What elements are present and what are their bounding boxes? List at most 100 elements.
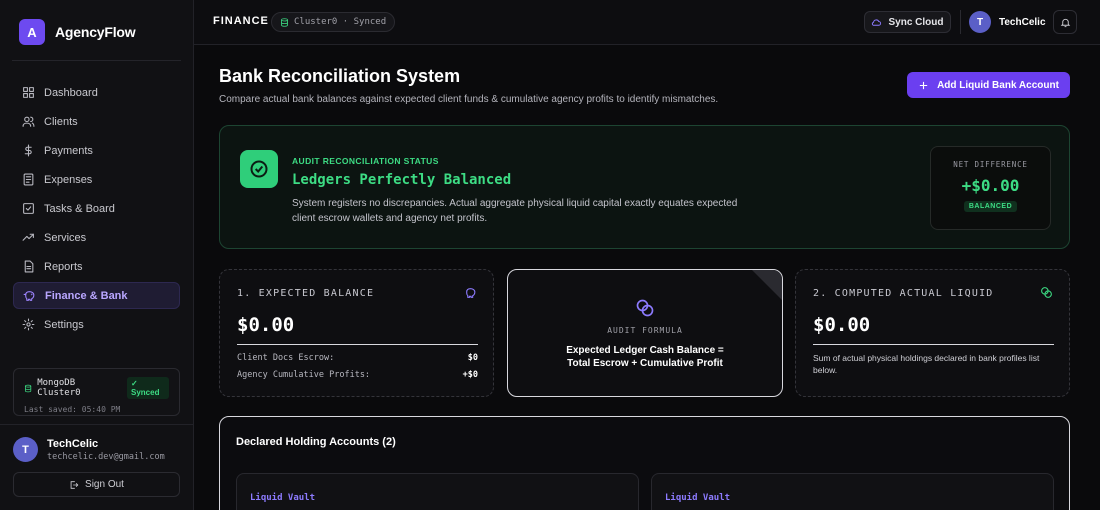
sidebar: A AgencyFlow Dashboard Clients Payments …: [0, 0, 194, 510]
card-heading: 2. COMPUTED ACTUAL LIQUID: [813, 288, 994, 299]
actual-liquid-card: 2. COMPUTED ACTUAL LIQUID $0.00 Sum of a…: [795, 269, 1070, 397]
user-email: techcelic.dev@gmail.com: [47, 451, 165, 462]
divider: [237, 344, 478, 345]
holding-label: Liquid Vault: [250, 493, 316, 503]
db-name: MongoDB Cluster0: [37, 378, 81, 398]
check-circle-icon: [240, 150, 278, 188]
add-button-label: Add Liquid Bank Account: [937, 79, 1059, 91]
avatar: T: [13, 437, 38, 462]
actual-liquid-note: Sum of actual physical holdings declared…: [813, 353, 1040, 375]
audit-status-card: AUDIT RECONCILIATION STATUS Ledgers Perf…: [219, 125, 1070, 249]
sidebar-item-label: Tasks & Board: [44, 202, 115, 215]
profits-row: Agency Cumulative Profits: +$0: [237, 370, 478, 380]
row-label: Agency Cumulative Profits:: [237, 370, 371, 380]
sidebar-item-payments[interactable]: Payments: [13, 137, 180, 164]
bell-icon: [1060, 18, 1070, 27]
avatar: T: [969, 11, 991, 33]
balanced-badge: BALANCED: [963, 201, 1018, 212]
piggy-bank-icon: [466, 288, 476, 298]
plus-icon: [919, 81, 928, 89]
row-value: $0: [467, 353, 478, 363]
net-difference-label: NET DIFFERENCE: [953, 160, 1028, 169]
topbar-user-name: TechCelic: [999, 16, 1046, 28]
sidebar-item-clients[interactable]: Clients: [13, 108, 180, 135]
user-profile[interactable]: T TechCelic techcelic.dev@gmail.com: [13, 437, 165, 462]
expected-balance-value: $0.00: [237, 314, 295, 336]
net-difference-box: NET DIFFERENCE +$0.00 BALANCED: [930, 146, 1051, 230]
coins-icon: [1041, 287, 1052, 298]
status-badge: ✓ Synced: [127, 377, 169, 399]
row-label: Client Docs Escrow:: [237, 353, 335, 363]
status-eyebrow: AUDIT RECONCILIATION STATUS: [292, 156, 439, 166]
divider: [960, 10, 961, 34]
db-status: Synced: [131, 388, 160, 397]
escrow-row: Client Docs Escrow: $0: [237, 353, 478, 363]
brand-logo: A: [19, 19, 45, 45]
holding-label: Liquid Vault: [665, 493, 731, 503]
brand-name: AgencyFlow: [55, 24, 136, 40]
brand[interactable]: A AgencyFlow: [19, 19, 136, 45]
checkbox-icon: [23, 203, 34, 214]
divider: [813, 344, 1054, 345]
db-status-card: MongoDB Cluster0 ✓ Synced Last saved: 05…: [13, 368, 180, 416]
piggy-bank-icon: [23, 291, 35, 301]
report-icon: [24, 260, 34, 273]
coins-icon: [636, 299, 654, 317]
actual-liquid-value: $0.00: [813, 314, 871, 336]
sidebar-item-services[interactable]: Services: [13, 224, 180, 251]
dashboard-icon: [23, 87, 34, 98]
holding-account-card[interactable]: Liquid Vault: [651, 473, 1054, 510]
dollar-icon: [24, 144, 32, 157]
holding-account-card[interactable]: Liquid Vault: [236, 473, 639, 510]
topbar: FINANCE Cluster0 · Synced Sync Cloud T T…: [194, 0, 1100, 45]
sidebar-item-dashboard[interactable]: Dashboard: [13, 79, 180, 106]
formula-label: AUDIT FORMULA: [607, 326, 683, 335]
sidebar-item-label: Reports: [44, 260, 83, 273]
formula-line-2: Total Escrow + Cumulative Profit: [567, 358, 723, 369]
sign-out-label: Sign Out: [85, 479, 124, 490]
sidebar-item-settings[interactable]: Settings: [13, 311, 180, 338]
sidebar-item-label: Clients: [44, 115, 78, 128]
last-saved: Last saved: 05:40 PM: [24, 405, 121, 414]
sign-out-button[interactable]: Sign Out: [13, 472, 180, 497]
cloud-icon: [872, 18, 882, 26]
sidebar-item-expenses[interactable]: Expenses: [13, 166, 180, 193]
sidebar-item-label: Finance & Bank: [45, 289, 128, 302]
formula-text: Expected Ledger Cash Balance = Total Esc…: [508, 344, 782, 370]
gear-icon: [22, 318, 35, 331]
notifications-button[interactable]: [1053, 10, 1077, 34]
declared-holdings-panel: Declared Holding Accounts (2) Liquid Vau…: [219, 416, 1070, 510]
sidebar-item-label: Payments: [44, 144, 93, 157]
divider: [0, 424, 193, 425]
status-headline: Ledgers Perfectly Balanced: [292, 172, 512, 188]
corner-fold: [752, 270, 782, 300]
status-description: System registers no discrepancies. Actua…: [292, 198, 738, 224]
sidebar-item-label: Expenses: [44, 173, 93, 186]
formula-line-1: Expected Ledger Cash Balance =: [566, 345, 724, 356]
sidebar-item-finance[interactable]: Finance & Bank: [13, 282, 180, 309]
sync-cloud-button[interactable]: Sync Cloud: [864, 11, 951, 33]
topbar-user[interactable]: T TechCelic: [969, 11, 1046, 33]
page-title: Bank Reconciliation System: [219, 66, 461, 86]
page-subtitle: Compare actual bank balances against exp…: [219, 94, 719, 105]
sign-out-icon: [70, 480, 79, 489]
sidebar-item-reports[interactable]: Reports: [13, 253, 180, 280]
add-bank-account-button[interactable]: Add Liquid Bank Account: [907, 72, 1070, 98]
sidebar-item-label: Services: [44, 231, 87, 244]
sidebar-item-label: Settings: [44, 318, 84, 331]
card-heading: 1. EXPECTED BALANCE: [237, 288, 375, 299]
cluster-status-pill: Cluster0 · Synced: [271, 12, 396, 32]
user-name: TechCelic: [47, 437, 99, 450]
section-title: FINANCE: [213, 15, 269, 27]
row-value: +$0: [462, 370, 478, 380]
sync-label: Sync Cloud: [888, 16, 944, 28]
holdings-title: Declared Holding Accounts (2): [236, 436, 396, 448]
net-difference-value: +$0.00: [961, 176, 1020, 195]
database-icon: [281, 17, 288, 27]
sidebar-item-label: Dashboard: [44, 86, 98, 99]
trending-icon: [22, 233, 34, 241]
audit-formula-card: AUDIT FORMULA Expected Ledger Cash Balan…: [507, 269, 783, 397]
sidebar-item-tasks[interactable]: Tasks & Board: [13, 195, 180, 222]
divider: [12, 60, 181, 61]
cluster-status-text: Cluster0 · Synced: [294, 17, 387, 27]
